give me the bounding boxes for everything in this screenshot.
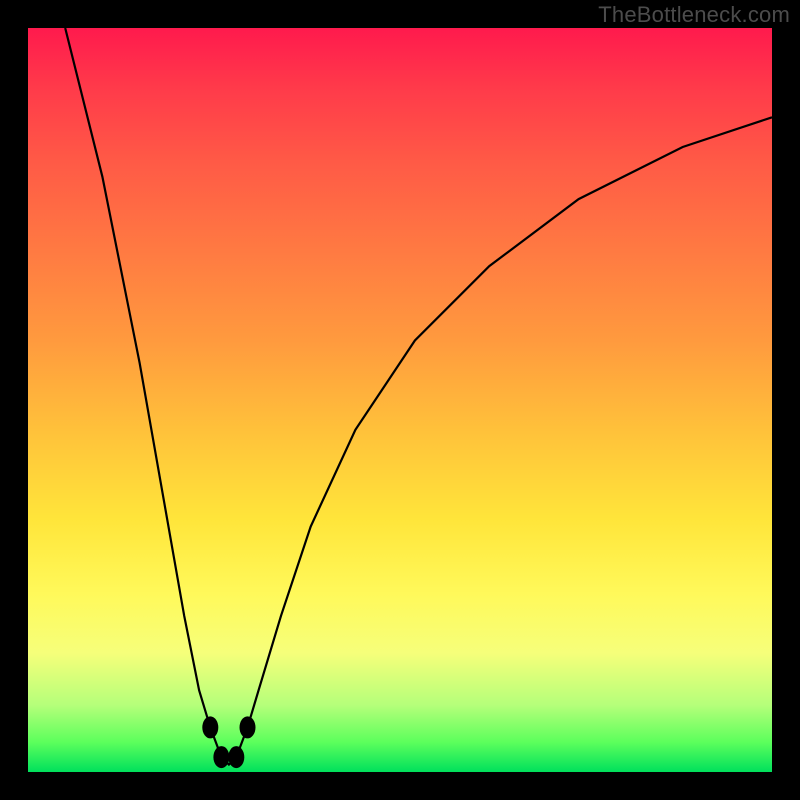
highlight-marker [228, 746, 244, 768]
chart-frame: TheBottleneck.com [0, 0, 800, 800]
highlight-marker [202, 716, 218, 738]
bottleneck-curve [65, 28, 772, 765]
plot-area [28, 28, 772, 772]
highlight-marker [240, 716, 256, 738]
marker-group [202, 716, 255, 768]
highlight-marker [213, 746, 229, 768]
curve-svg [28, 28, 772, 772]
watermark-text: TheBottleneck.com [598, 2, 790, 28]
